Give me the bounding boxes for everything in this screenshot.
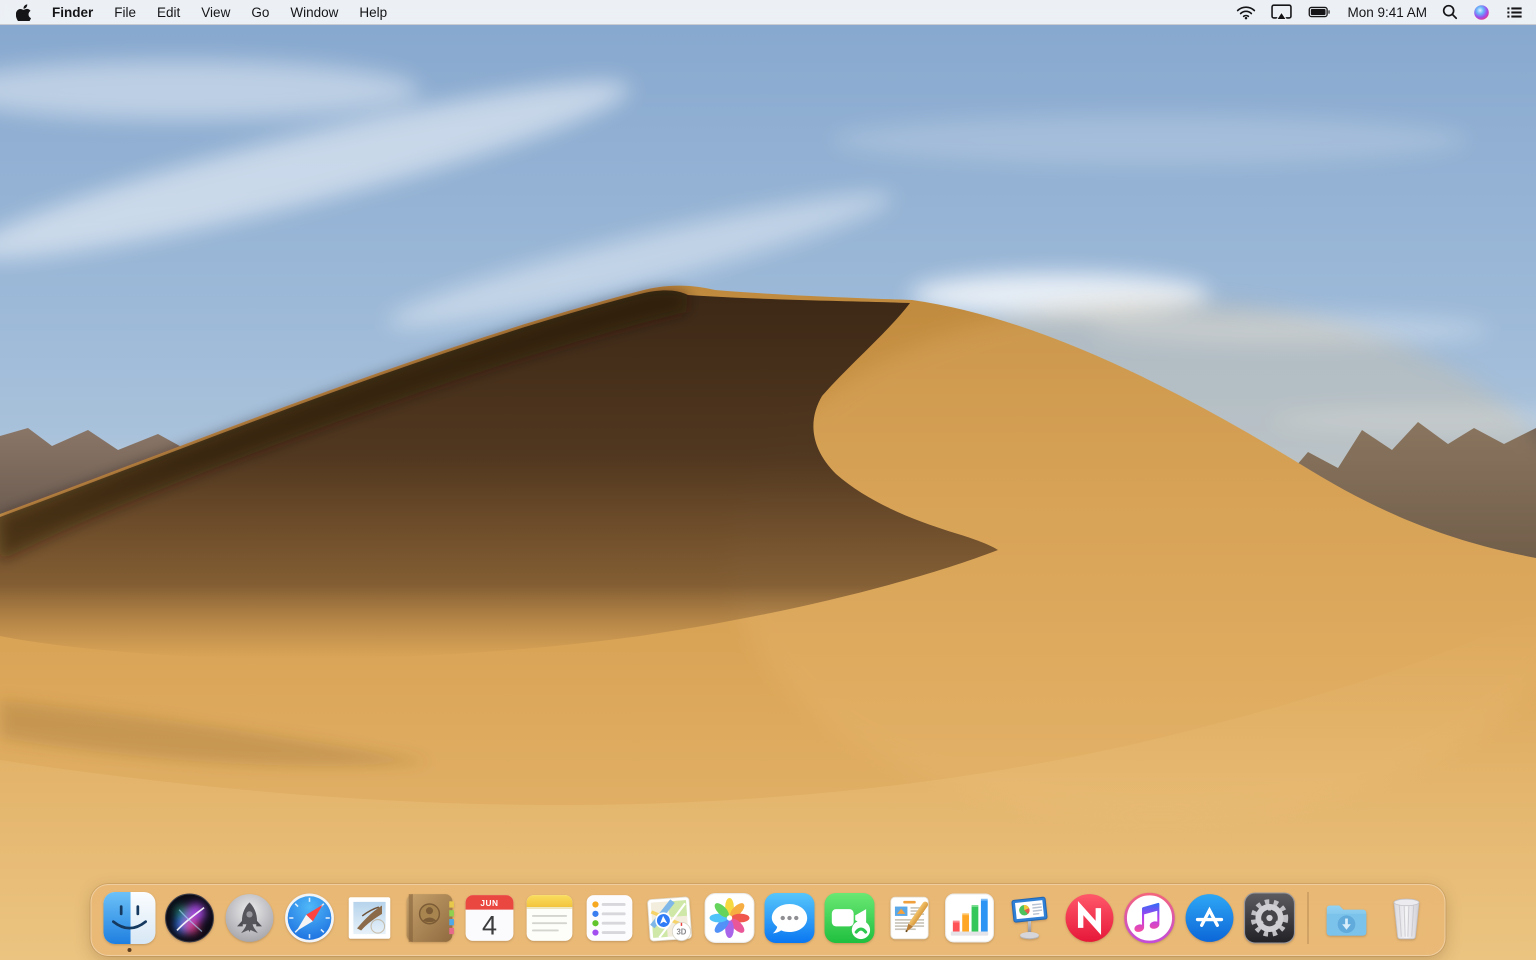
apple-menu-icon[interactable] [16, 3, 31, 21]
dock-item-numbers[interactable] [944, 892, 996, 944]
menu-item-help[interactable]: Help [359, 5, 387, 20]
dock-item-appstore[interactable] [1184, 892, 1236, 944]
menu-item-edit[interactable]: Edit [157, 5, 180, 20]
dock: JUN 4 3D [90, 884, 1446, 956]
wallpaper-mojave [0, 0, 1536, 960]
svg-text:JUN: JUN [480, 898, 498, 908]
running-indicator [127, 948, 132, 952]
dock-item-contacts[interactable] [404, 892, 456, 944]
desktop[interactable]: Finder File Edit View Go Window Help Mon… [0, 0, 1536, 960]
dock-separator [1307, 892, 1309, 944]
dock-item-safari[interactable] [284, 892, 336, 944]
menu-item-window[interactable]: Window [290, 5, 338, 20]
siri-icon[interactable] [1473, 4, 1490, 21]
dock-item-itunes[interactable] [1124, 892, 1176, 944]
menu-item-finder[interactable]: Finder [52, 5, 93, 20]
dock-item-keynote[interactable] [1004, 892, 1056, 944]
menu-bar: Finder File Edit View Go Window Help Mon… [0, 0, 1536, 25]
battery-icon[interactable] [1307, 5, 1332, 19]
dock-item-system-preferences[interactable] [1244, 892, 1296, 944]
svg-text:3D: 3D [676, 927, 686, 936]
menu-item-go[interactable]: Go [251, 5, 269, 20]
menu-item-view[interactable]: View [201, 5, 230, 20]
spotlight-search-icon[interactable] [1442, 4, 1458, 20]
dock-item-mail[interactable] [344, 892, 396, 944]
dock-item-messages[interactable] [764, 892, 816, 944]
dock-item-calendar[interactable]: JUN 4 [464, 892, 516, 944]
dock-item-trash[interactable] [1381, 892, 1433, 944]
dock-item-photos[interactable] [704, 892, 756, 944]
dock-item-launchpad[interactable] [224, 892, 276, 944]
dock-item-siri[interactable] [164, 892, 216, 944]
screen-mirroring-icon[interactable] [1271, 4, 1293, 20]
dock-item-downloads[interactable] [1321, 892, 1373, 944]
menu-item-file[interactable]: File [114, 5, 136, 20]
notification-center-icon[interactable] [1505, 5, 1524, 20]
svg-text:4: 4 [482, 911, 497, 941]
menu-clock[interactable]: Mon 9:41 AM [1347, 5, 1427, 20]
dock-item-notes[interactable] [524, 892, 576, 944]
dock-item-facetime[interactable] [824, 892, 876, 944]
dock-item-reminders[interactable] [584, 892, 636, 944]
wifi-icon[interactable] [1236, 4, 1256, 20]
dock-item-maps[interactable]: 3D [644, 892, 696, 944]
dock-item-pages[interactable] [884, 892, 936, 944]
dock-item-finder[interactable] [103, 892, 156, 952]
dock-item-news[interactable] [1064, 892, 1116, 944]
